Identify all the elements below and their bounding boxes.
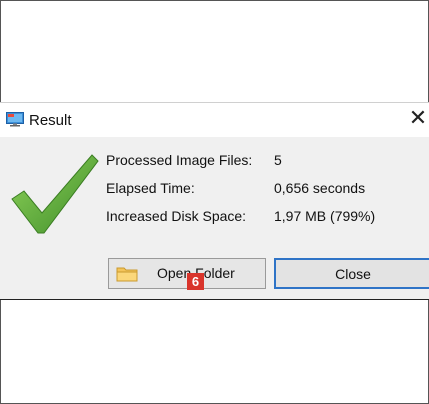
elapsed-time-label: Elapsed Time:: [106, 180, 195, 196]
close-button[interactable]: Close: [274, 258, 429, 289]
annotation-badge: 6: [187, 273, 204, 290]
disk-space-label: Increased Disk Space:: [106, 208, 247, 224]
monitor-icon: [6, 112, 24, 127]
processed-files-value: 5: [274, 152, 282, 168]
close-button-label: Close: [335, 265, 371, 282]
processed-files-label: Processed Image Files:: [106, 152, 253, 168]
elapsed-time-value: 0,656 seconds: [274, 180, 366, 196]
close-icon[interactable]: ✕: [407, 107, 429, 133]
window-title: Result: [29, 112, 72, 129]
folder-icon: [116, 267, 138, 282]
checkmark-icon: [11, 154, 99, 234]
disk-space-value: 1,97 MB (799%): [274, 208, 376, 224]
dialog-body: Processed Image Files: 5 Elapsed Time: 0…: [0, 137, 429, 299]
title-bar: Result ✕: [0, 103, 429, 137]
result-dialog: Result ✕ Processed Image Files: 5 Elapse…: [0, 102, 429, 300]
